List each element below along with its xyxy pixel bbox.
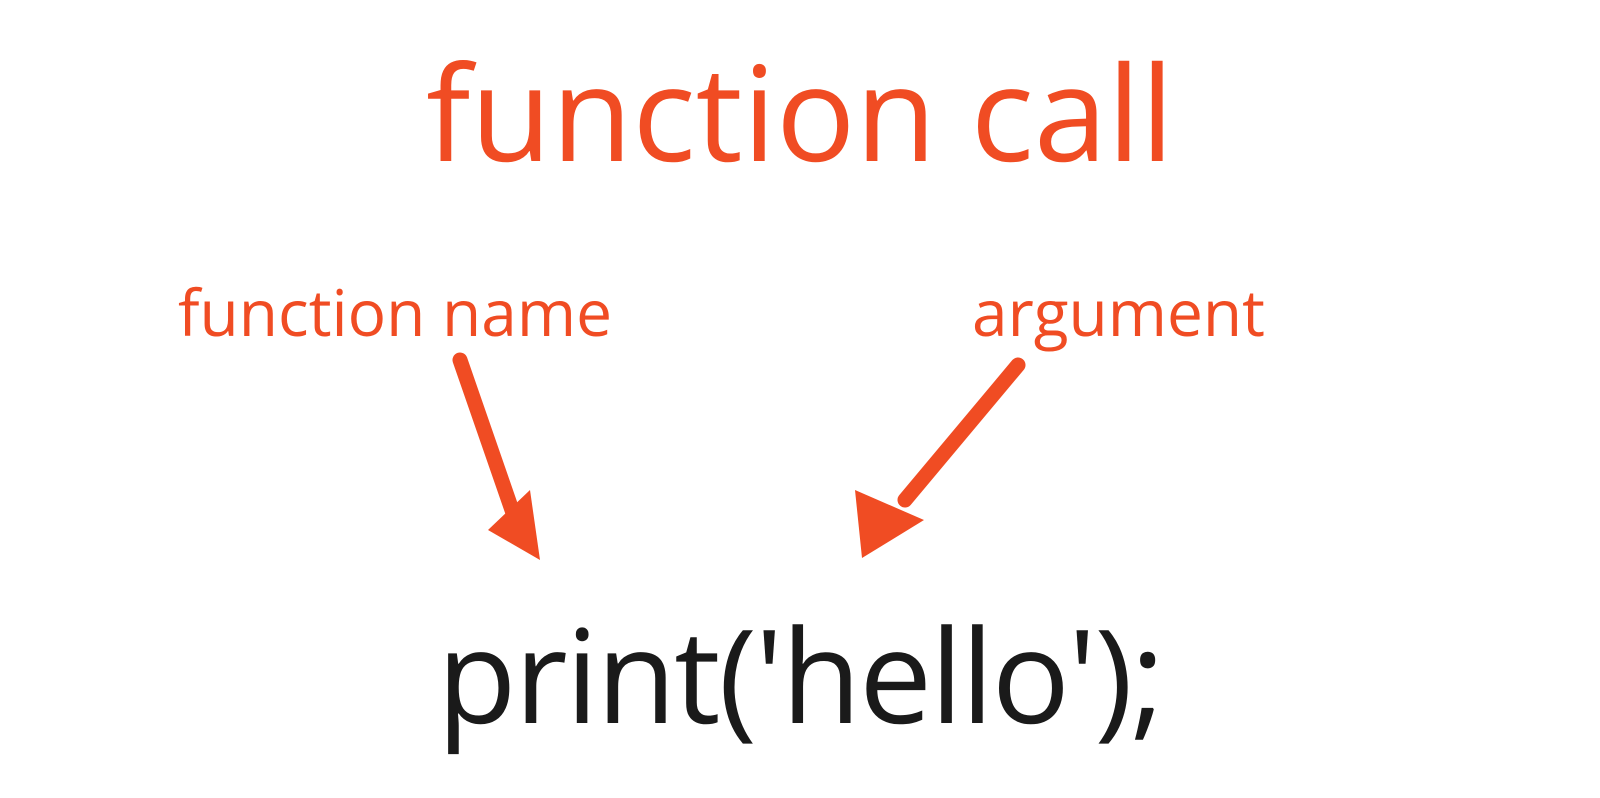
arrow-function-name [460, 360, 540, 560]
label-argument: argument [972, 268, 1265, 355]
label-function-name: function name [178, 268, 612, 355]
arrow-argument [855, 365, 1018, 558]
diagram-title: function call [426, 20, 1174, 200]
code-example: print('hello'); [437, 585, 1163, 762]
